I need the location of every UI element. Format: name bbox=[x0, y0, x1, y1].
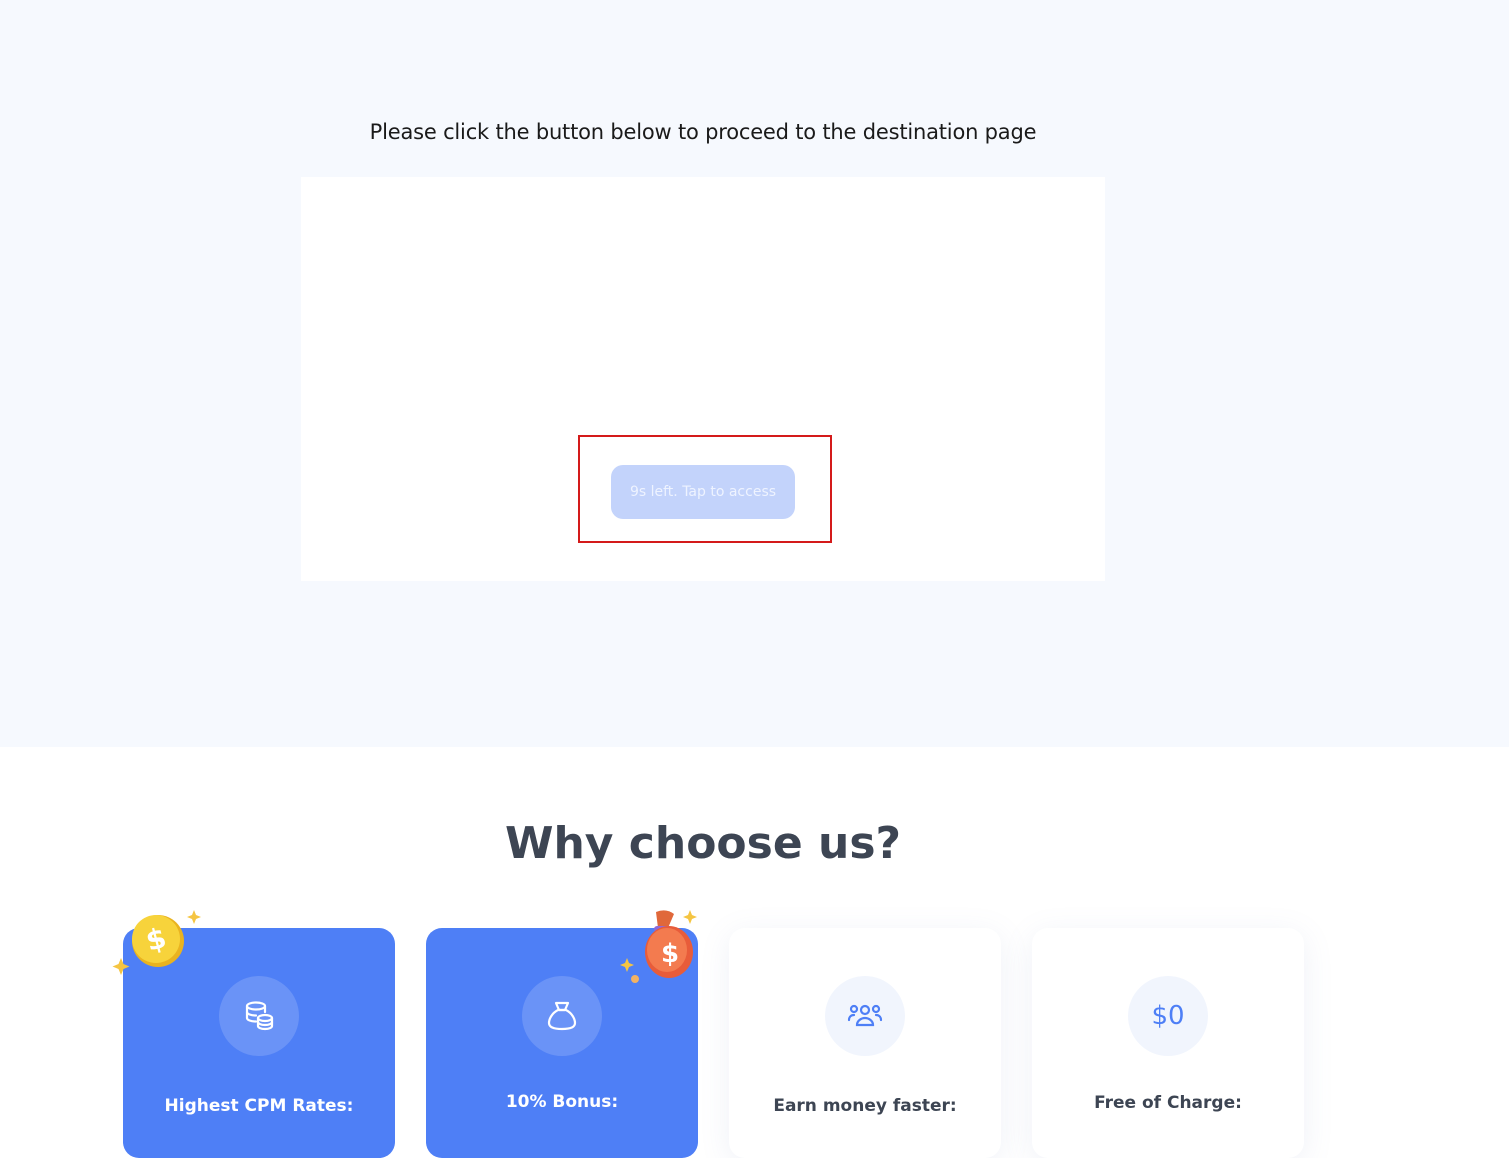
svg-text:$: $ bbox=[661, 939, 679, 969]
gold-coin-icon: $ bbox=[112, 910, 201, 975]
card-title: 10% Bonus: bbox=[505, 1092, 619, 1112]
card-title: Free of Charge: bbox=[1094, 1093, 1242, 1113]
users-group-icon bbox=[825, 976, 905, 1056]
card-earn-faster: Earn money faster: bbox=[729, 928, 1001, 1158]
money-bag-icon bbox=[522, 976, 602, 1056]
zero-dollar-icon: $0 bbox=[1128, 976, 1208, 1056]
card-free-of-charge: $0 Free of Charge: bbox=[1032, 928, 1304, 1158]
access-button[interactable]: 9s left. Tap to access bbox=[611, 465, 795, 519]
card-title: Highest CPM Rates: bbox=[164, 1096, 354, 1116]
money-bag-decoration-icon: $ bbox=[620, 910, 697, 983]
coins-stack-icon bbox=[219, 976, 299, 1056]
instruction-text: Please click the button below to proceed… bbox=[369, 120, 1037, 144]
card-title: Earn money faster: bbox=[773, 1096, 957, 1116]
why-choose-us-heading: Why choose us? bbox=[504, 818, 902, 869]
